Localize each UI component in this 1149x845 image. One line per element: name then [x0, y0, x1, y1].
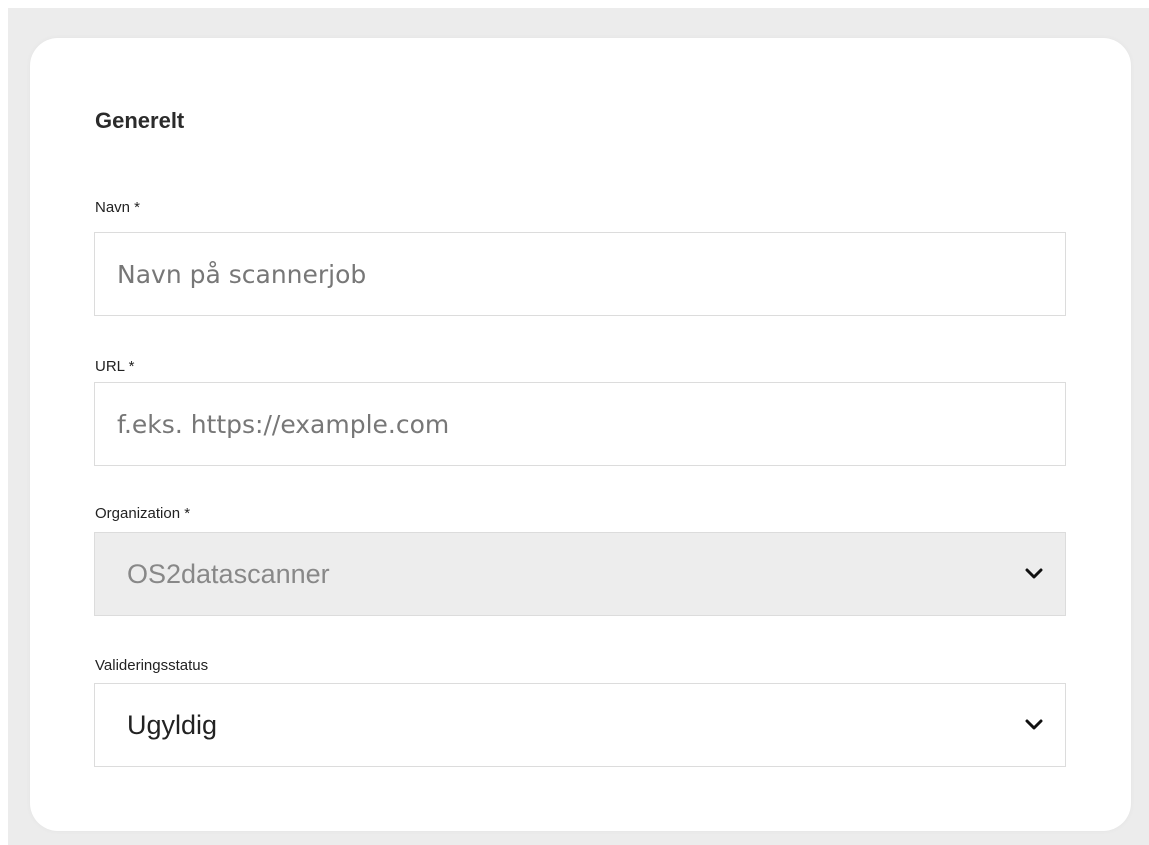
organization-select: OS2datascanner: [94, 532, 1066, 616]
validation-status-select[interactable]: Ugyldig: [94, 683, 1066, 767]
url-field-container: [94, 382, 1066, 466]
validation-status-selected-value: Ugyldig: [127, 709, 218, 740]
name-input[interactable]: [95, 233, 1065, 315]
chevron-down-icon: [1025, 568, 1043, 579]
section-title: Generelt: [95, 108, 185, 133]
validation-status-field-label: Valideringsstatus: [95, 657, 209, 674]
name-field-label: Navn *: [95, 199, 141, 216]
organization-selected-value: OS2datascanner: [127, 558, 330, 589]
chevron-down-icon[interactable]: [1025, 719, 1043, 731]
organization-field-label: Organization *: [95, 505, 191, 522]
name-field-container: [94, 232, 1066, 316]
url-input[interactable]: [95, 383, 1065, 465]
url-field-label: URL *: [95, 358, 135, 375]
general-settings-card: Generelt Navn * URL * Organization * OS2…: [30, 38, 1131, 831]
